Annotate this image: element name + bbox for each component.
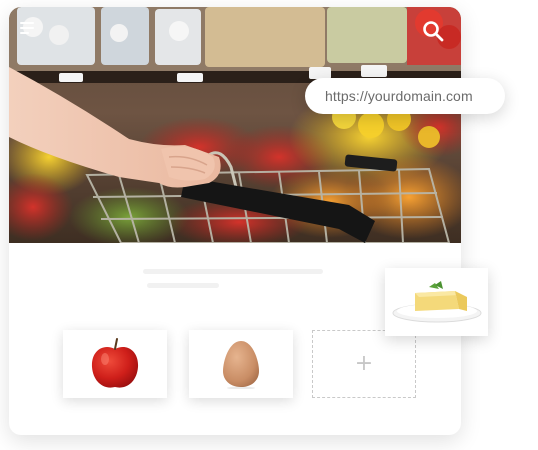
address-bar[interactable]: https://yourdomain.com <box>305 78 505 114</box>
floating-product-butter[interactable] <box>385 268 488 336</box>
butter-icon <box>392 281 481 323</box>
search-icon[interactable] <box>421 19 445 43</box>
page: + https://yourdomain.com <box>0 0 538 450</box>
hero-image <box>9 7 461 243</box>
subtitle-placeholder-line <box>147 283 219 288</box>
plus-icon: + <box>354 351 374 376</box>
product-tile-apple[interactable] <box>63 330 167 398</box>
website-preview-card: + <box>9 7 461 435</box>
apple-icon <box>91 338 139 388</box>
add-product-tile[interactable]: + <box>312 330 416 398</box>
menu-icon[interactable] <box>19 19 37 37</box>
product-tile-egg[interactable] <box>189 330 293 398</box>
title-placeholder-line <box>143 269 323 274</box>
egg-icon <box>223 341 259 389</box>
address-bar-url: https://yourdomain.com <box>325 88 473 104</box>
